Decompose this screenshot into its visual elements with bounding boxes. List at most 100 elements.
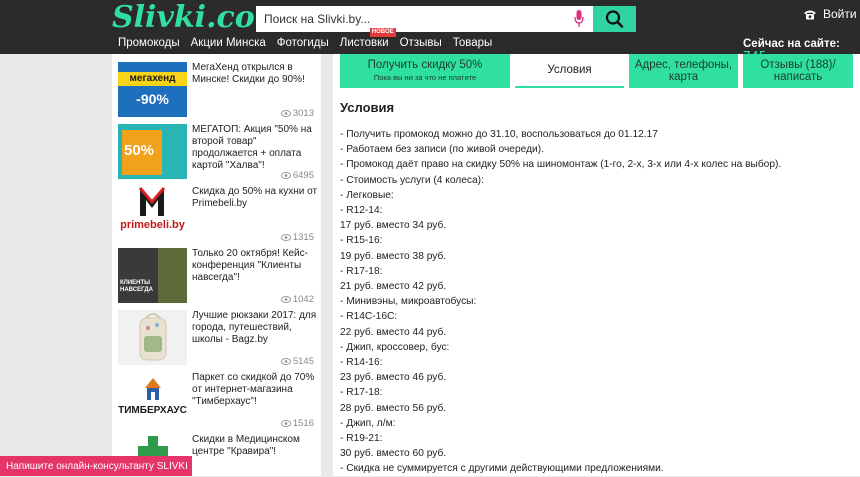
thumbnail-text: primebeli.by bbox=[120, 219, 185, 231]
house-icon bbox=[145, 378, 161, 400]
phone-icon bbox=[804, 10, 816, 19]
condition-line: 17 руб. вместо 34 руб. bbox=[340, 220, 447, 232]
promo-thumbnail bbox=[118, 310, 187, 365]
online-label: Сейчас на сайте: bbox=[743, 38, 840, 50]
section-title: Условия bbox=[340, 100, 395, 115]
login-label: Войти bbox=[823, 7, 857, 21]
condition-line: - R17-18: bbox=[340, 265, 383, 277]
conditions-list: - Получить промокод можно до 31.10, восп… bbox=[340, 127, 855, 477]
promo-views: 1315 bbox=[280, 232, 314, 243]
header: Slivki.com Войти Промокоды Акции Минска … bbox=[0, 0, 860, 65]
condition-line: 19 руб. вместо 38 руб. bbox=[340, 250, 447, 262]
promo-views: 6495 bbox=[280, 170, 314, 181]
condition-line: - Скидка не суммируется с другими действ… bbox=[340, 463, 664, 475]
condition-line: - Джип, кроссовер, бус: bbox=[340, 341, 450, 353]
views-count: 1516 bbox=[292, 418, 314, 429]
condition-line: - Стоимость услуги (4 колеса): bbox=[340, 174, 484, 186]
tab-reviews[interactable]: Отзывы (188)/ написать bbox=[743, 54, 853, 88]
sidebar-promos: мегахенд -90% МегаХенд открылся в Минске… bbox=[112, 54, 321, 476]
condition-line: - R17-18: bbox=[340, 387, 383, 399]
promo-title[interactable]: МегаХенд открылся в Минске! Скидки до 90… bbox=[192, 62, 318, 86]
condition-line: - R12-14: bbox=[340, 205, 383, 217]
promo-thumbnail: ТИМБЕРХАУС bbox=[118, 372, 187, 427]
condition-line: 30 руб. вместо 60 руб. bbox=[340, 448, 447, 460]
eye-icon bbox=[280, 420, 291, 427]
backpack-image-icon bbox=[139, 313, 167, 361]
promo-item[interactable]: мегахенд -90% МегаХенд открылся в Минске… bbox=[112, 62, 321, 124]
new-badge: НОВОЕ bbox=[369, 28, 396, 37]
nav-item-products[interactable]: Товары bbox=[453, 37, 493, 49]
thumbnail-text: КЛИЕНТЫ НАВСЕГДА bbox=[120, 280, 153, 293]
condition-line: 21 руб. вместо 42 руб. bbox=[340, 281, 447, 293]
views-count: 1042 bbox=[292, 294, 314, 305]
promo-item[interactable]: КЛИЕНТЫ НАВСЕГДА Только 20 октября! Кейс… bbox=[112, 248, 321, 310]
eye-icon bbox=[280, 110, 291, 117]
nav-item-promocodes[interactable]: Промокоды bbox=[118, 37, 180, 49]
thumbnail-text: мегахенд bbox=[118, 72, 187, 86]
thumbnail-text: ТИМБЕРХАУС bbox=[118, 405, 187, 416]
search-input[interactable] bbox=[256, 6, 556, 32]
main-content: Получить скидку 50% Пока вы ни за что не… bbox=[333, 54, 860, 476]
promo-item[interactable]: ТИМБЕРХАУС Паркет со скидкой до 70% от и… bbox=[112, 372, 321, 434]
thumbnail-discount: -90% bbox=[136, 91, 169, 107]
chat-consultant-button[interactable]: Напишите онлайн-консультанту SLIVKI bbox=[0, 456, 192, 476]
promo-thumbnail: мегахенд -90% bbox=[118, 62, 187, 117]
condition-line: - Получить промокод можно до 31.10, восп… bbox=[340, 129, 658, 140]
eye-icon bbox=[280, 234, 291, 241]
main-nav: Промокоды Акции Минска Фотогиды Листовки… bbox=[118, 28, 503, 49]
eye-icon bbox=[280, 296, 291, 303]
nav-item-minsk-deals[interactable]: Акции Минска bbox=[191, 37, 266, 49]
eye-icon bbox=[280, 172, 291, 179]
promo-views: 1516 bbox=[280, 418, 314, 429]
eye-icon bbox=[280, 358, 291, 365]
search-box bbox=[256, 6, 593, 32]
promo-title[interactable]: Скидка до 50% на кухни от Primebeli.by bbox=[192, 186, 318, 210]
views-count: 6495 bbox=[292, 170, 314, 181]
tab-label: Адрес, телефоны, карта bbox=[634, 59, 733, 83]
promo-views: 3013 bbox=[280, 108, 314, 119]
condition-line: - Промокод даёт право на скидку 50% на ш… bbox=[340, 159, 782, 171]
condition-line: - R19-21: bbox=[340, 433, 383, 445]
promo-thumbnail: КЛИЕНТЫ НАВСЕГДА bbox=[118, 248, 187, 303]
promo-item[interactable]: 50% МЕГАТОП: Акция "50% на второй товар"… bbox=[112, 124, 321, 186]
views-count: 3013 bbox=[292, 108, 314, 119]
thumbnail-text: 50% bbox=[124, 142, 155, 159]
tab-address[interactable]: Адрес, телефоны, карта bbox=[629, 54, 738, 88]
microphone-icon[interactable] bbox=[574, 10, 584, 28]
login-button[interactable]: Войти bbox=[803, 7, 857, 21]
promo-title[interactable]: Скидки в Медицинском центре "Кравира"! bbox=[192, 434, 318, 458]
condition-line: - Джип, л/м: bbox=[340, 417, 396, 429]
tab-label: Получить скидку 50% bbox=[367, 58, 483, 71]
nav-item-label: Листовки bbox=[339, 37, 389, 49]
promo-title[interactable]: МЕГАТОП: Акция "50% на второй товар" про… bbox=[192, 124, 318, 172]
nav-item-photoguides[interactable]: Фотогиды bbox=[277, 37, 329, 49]
promo-thumbnail: primebeli.by bbox=[118, 186, 187, 241]
promo-thumbnail: 50% bbox=[118, 124, 187, 179]
views-count: 1315 bbox=[292, 232, 314, 243]
promo-views: 5145 bbox=[280, 356, 314, 367]
condition-line: - Легковые: bbox=[340, 189, 394, 201]
search-button[interactable] bbox=[593, 6, 636, 32]
nav-item-reviews[interactable]: Отзывы bbox=[400, 37, 442, 49]
condition-line: 23 руб. вместо 46 руб. bbox=[340, 372, 447, 384]
condition-line: 28 руб. вместо 56 руб. bbox=[340, 402, 447, 414]
tab-label: Отзывы (188)/ написать bbox=[760, 59, 836, 83]
condition-line: 22 руб. вместо 44 руб. bbox=[340, 326, 447, 338]
promo-title[interactable]: Только 20 октября! Кейс-конференция "Кли… bbox=[192, 248, 318, 284]
tab-conditions[interactable]: Условия bbox=[515, 54, 624, 88]
promo-item[interactable]: Лучшие рюкзаки 2017: для города, путешес… bbox=[112, 310, 321, 372]
views-count: 5145 bbox=[292, 356, 314, 367]
condition-line: - Минивэны, микроавтобусы: bbox=[340, 296, 477, 308]
condition-line: - R14C-16C: bbox=[340, 311, 398, 323]
search-icon bbox=[605, 10, 624, 28]
promo-item[interactable]: primebeli.by Скидка до 50% на кухни от P… bbox=[112, 186, 321, 248]
promo-title[interactable]: Лучшие рюкзаки 2017: для города, путешес… bbox=[192, 310, 318, 346]
tab-label: Условия bbox=[547, 64, 592, 76]
condition-line: - R14-16: bbox=[340, 357, 383, 369]
nav-item-leaflets[interactable]: Листовки НОВОЕ bbox=[339, 28, 396, 49]
tab-get-discount[interactable]: Получить скидку 50% Пока вы ни за что не… bbox=[340, 54, 510, 88]
condition-line: - Работаем без записи (по живой очереди)… bbox=[340, 144, 544, 156]
tab-sublabel: Пока вы ни за что не платите bbox=[373, 72, 477, 82]
promo-views: 1042 bbox=[280, 294, 314, 305]
promo-title[interactable]: Паркет со скидкой до 70% от интернет-маг… bbox=[192, 372, 318, 408]
